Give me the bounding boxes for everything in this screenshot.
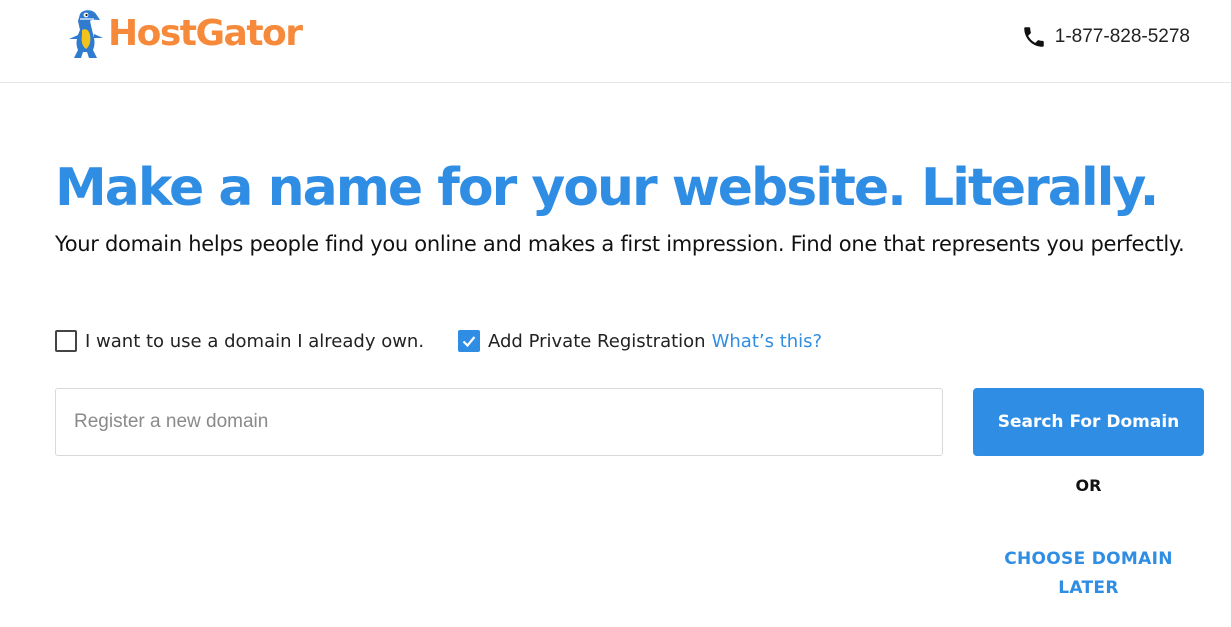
phone-icon (1024, 27, 1044, 47)
page-headline: Make a name for your website. Literally. (55, 158, 1159, 218)
choose-domain-later-link[interactable]: CHOOSE DOMAIN LATER (973, 545, 1204, 603)
whats-this-link[interactable]: What’s this? (712, 331, 823, 352)
own-domain-label: I want to use a domain I already own. (85, 330, 425, 352)
hostgator-logo[interactable]: HostGator (66, 8, 303, 60)
own-domain-option[interactable]: I want to use a domain I already own. (55, 330, 424, 352)
domain-search-field[interactable] (55, 388, 943, 456)
checkmark-icon (462, 336, 476, 348)
gator-mascot-icon (69, 10, 103, 58)
or-divider: OR (1075, 476, 1102, 495)
private-registration-checkbox[interactable] (458, 330, 480, 352)
phone-contact[interactable]: 1-877-828-5278 (1021, 24, 1190, 50)
domain-search-input[interactable] (56, 389, 942, 455)
private-registration-option[interactable]: Add Private Registration What’s this? (458, 330, 822, 352)
own-domain-checkbox[interactable] (55, 330, 77, 352)
logo-text: HostGator (108, 13, 303, 54)
site-header: HostGator 1-877-828-5278 (0, 0, 1231, 83)
page-subtext: Your domain helps people find you online… (55, 232, 1185, 256)
private-registration-label: Add Private Registration (488, 330, 706, 352)
search-for-domain-button[interactable]: Search For Domain (973, 388, 1204, 456)
phone-number[interactable]: 1-877-828-5278 (1055, 26, 1190, 48)
